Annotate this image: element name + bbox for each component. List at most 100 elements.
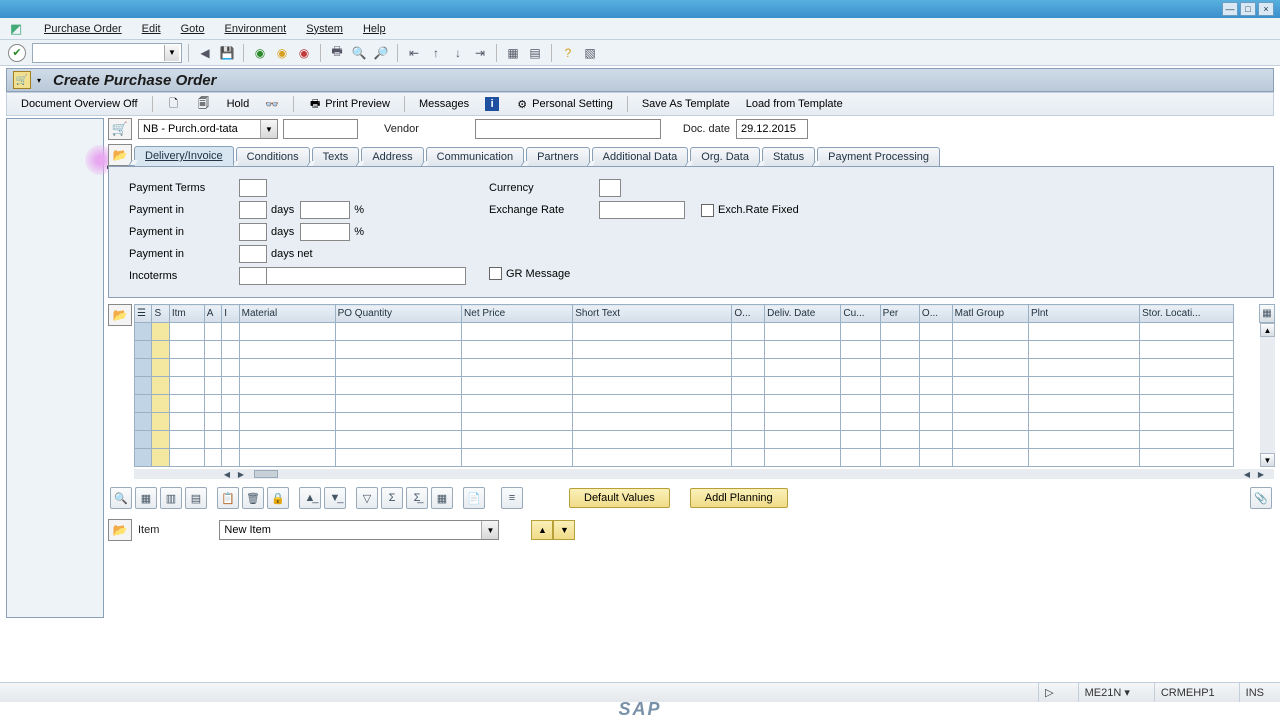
item-prev-button[interactable]: ▲ — [531, 520, 553, 540]
item-dropdown[interactable]: New Item ▼ — [219, 520, 499, 540]
exch-rate-fixed-checkbox[interactable] — [701, 204, 714, 217]
addl-planning-button[interactable]: Addl Planning — [690, 488, 788, 508]
item-expand-button[interactable]: ▦ — [431, 487, 453, 509]
table-row[interactable] — [135, 377, 1234, 395]
item-deselect-all-button[interactable]: ▥ — [160, 487, 182, 509]
item-lock-button[interactable]: 🔒 — [267, 487, 289, 509]
menu-help[interactable]: Help — [353, 20, 396, 38]
menu-system[interactable]: System — [296, 20, 353, 38]
item-next-button[interactable]: ▼ — [553, 520, 575, 540]
window-minimize-button[interactable]: — — [1222, 2, 1238, 16]
create-button[interactable]: 🗋 — [161, 95, 187, 113]
col-o2[interactable]: O... — [919, 305, 952, 323]
scroll-right-end-icon[interactable]: ▶ — [1254, 469, 1268, 479]
col-o1[interactable]: O... — [732, 305, 765, 323]
tab-partners[interactable]: Partners — [526, 147, 590, 166]
menu-goto[interactable]: Goto — [171, 20, 215, 38]
tab-delivery-invoice[interactable]: Delivery/Invoice — [134, 146, 234, 166]
enter-icon[interactable]: ✔ — [8, 44, 26, 62]
table-row[interactable] — [135, 431, 1234, 449]
check-button[interactable]: 👓 — [259, 95, 285, 113]
item-export-button[interactable]: 📄 — [463, 487, 485, 509]
payment-in-1-days-field[interactable] — [239, 201, 267, 219]
grid-vertical-scrollbar[interactable]: ▲ ▼ — [1260, 323, 1275, 467]
tab-conditions[interactable]: Conditions — [236, 147, 310, 166]
grid-horizontal-scrollbar[interactable]: ◀ ▶ ◀ ▶ — [134, 469, 1274, 479]
item-overview-collapse-button[interactable]: 📂 — [108, 304, 132, 326]
menu-purchase-order[interactable]: Purchase Order — [34, 20, 132, 38]
find-icon[interactable]: 🔍 — [349, 43, 369, 63]
back-nav-icon[interactable]: ◉ — [250, 43, 270, 63]
item-details-button[interactable]: 🔍 — [110, 487, 132, 509]
col-deliv-date[interactable]: Deliv. Date — [765, 305, 841, 323]
generate-shortcut-icon[interactable]: ▤ — [525, 43, 545, 63]
scroll-left-end-icon[interactable]: ◀ — [1240, 469, 1254, 479]
col-net-price[interactable]: Net Price — [462, 305, 573, 323]
menu-environment[interactable]: Environment — [214, 20, 296, 38]
item-sort-desc-button[interactable]: ▼̲ — [324, 487, 346, 509]
default-values-button[interactable]: Default Values — [569, 488, 670, 508]
item-detail-collapse-button[interactable]: 📂 — [108, 519, 132, 541]
item-list-button[interactable]: ≡ — [501, 487, 523, 509]
save-icon[interactable]: 💾 — [217, 43, 237, 63]
prev-page-icon[interactable]: ↑ — [426, 43, 446, 63]
table-row[interactable] — [135, 323, 1234, 341]
menu-edit[interactable]: Edit — [132, 20, 171, 38]
messages-button[interactable]: Messages — [413, 96, 475, 112]
find-next-icon[interactable]: 🔎 — [371, 43, 391, 63]
item-delete-button[interactable]: 🗑 — [242, 487, 264, 509]
payment-in-2-days-field[interactable] — [239, 223, 267, 241]
col-select[interactable]: ☰ — [135, 305, 152, 323]
first-page-icon[interactable]: ⇤ — [404, 43, 424, 63]
col-plnt[interactable]: Plnt — [1028, 305, 1139, 323]
cancel-icon[interactable]: ◉ — [294, 43, 314, 63]
item-sort-asc-button[interactable]: ▲̲ — [299, 487, 321, 509]
item-grid[interactable]: ☰ S Itm A I Material PO Quantity Net Pri… — [134, 304, 1234, 467]
doc-date-field[interactable] — [736, 119, 808, 139]
col-stor-loc[interactable]: Stor. Locati... — [1140, 305, 1234, 323]
table-row[interactable] — [135, 395, 1234, 413]
col-po-quantity[interactable]: PO Quantity — [335, 305, 461, 323]
tab-texts[interactable]: Texts — [312, 147, 360, 166]
tab-status[interactable]: Status — [762, 147, 815, 166]
vendor-field[interactable] — [475, 119, 661, 139]
back-icon[interactable]: ◀ — [195, 43, 215, 63]
incoterms-code-field[interactable] — [239, 267, 267, 285]
item-select-all-button[interactable]: ▦ — [135, 487, 157, 509]
col-cu[interactable]: Cu... — [841, 305, 880, 323]
document-overview-button[interactable]: Document Overview Off — [15, 96, 144, 112]
col-matl-group[interactable]: Matl Group — [952, 305, 1028, 323]
hold-button[interactable]: Hold — [221, 96, 256, 112]
item-copy-button[interactable]: 📋 — [217, 487, 239, 509]
payment-in-3-days-field[interactable] — [239, 245, 267, 263]
header-collapse-button[interactable]: 📂 — [108, 144, 132, 166]
payment-in-2-pct-field[interactable] — [300, 223, 350, 241]
window-restore-button[interactable]: □ — [1240, 2, 1256, 16]
currency-field[interactable] — [599, 179, 621, 197]
window-close-button[interactable]: × — [1258, 2, 1274, 16]
next-page-icon[interactable]: ↓ — [448, 43, 468, 63]
scroll-up-icon[interactable]: ▲ — [1260, 323, 1275, 337]
payment-terms-field[interactable] — [239, 179, 267, 197]
table-row[interactable] — [135, 341, 1234, 359]
po-cart-icon[interactable]: 🛒 — [13, 71, 31, 89]
table-row[interactable] — [135, 449, 1234, 467]
status-nav-icon[interactable]: ▷ — [1038, 683, 1059, 702]
exchange-rate-field[interactable] — [599, 201, 685, 219]
exit-icon[interactable]: ◉ — [272, 43, 292, 63]
table-row[interactable] — [135, 359, 1234, 377]
scroll-right-icon[interactable]: ▶ — [234, 469, 248, 479]
col-i[interactable]: I — [222, 305, 239, 323]
item-total-button[interactable]: Σ — [381, 487, 403, 509]
personal-setting-button[interactable]: ⚙Personal Setting — [509, 95, 619, 113]
tab-communication[interactable]: Communication — [426, 147, 524, 166]
table-row[interactable] — [135, 413, 1234, 431]
col-material[interactable]: Material — [239, 305, 335, 323]
grid-config-button[interactable]: ▦ — [1259, 304, 1275, 323]
scroll-down-icon[interactable]: ▼ — [1260, 453, 1275, 467]
po-number-field[interactable] — [283, 119, 358, 139]
last-page-icon[interactable]: ⇥ — [470, 43, 490, 63]
info-button[interactable]: i — [479, 95, 505, 113]
create-session-icon[interactable]: ▦ — [503, 43, 523, 63]
po-dropdown-icon[interactable]: ▾ — [35, 72, 43, 88]
